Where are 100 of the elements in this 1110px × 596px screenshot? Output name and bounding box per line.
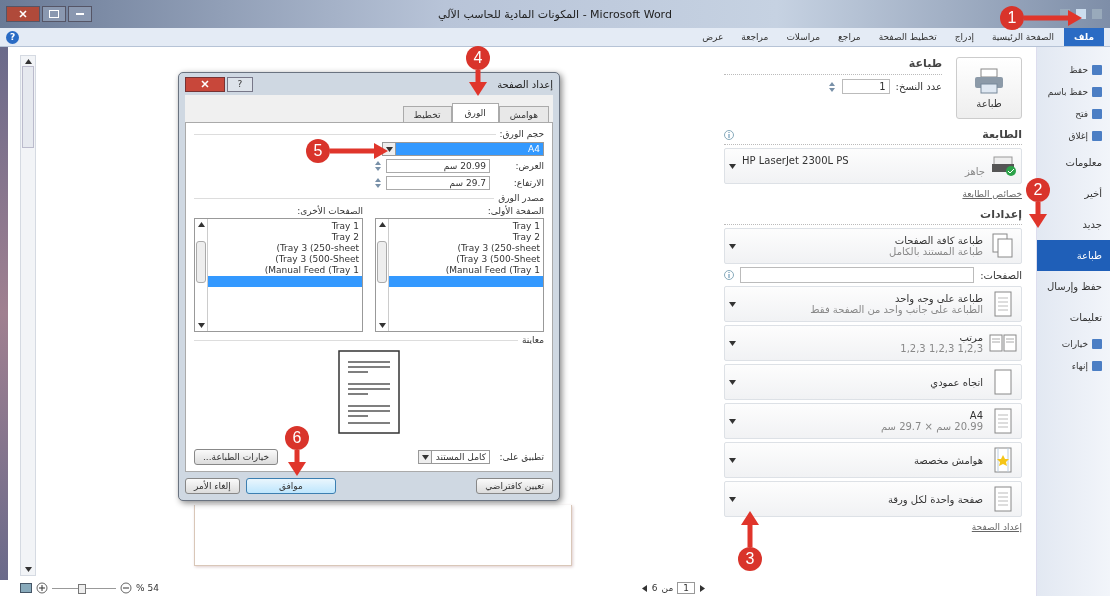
previous-page-icon[interactable] <box>640 584 648 592</box>
scrollbar[interactable] <box>376 219 389 331</box>
menu-item[interactable]: حفظ <box>1061 59 1110 81</box>
list-item[interactable]: (Tray 3 (250-sheet <box>389 243 543 254</box>
ribbon-tab[interactable]: عرض <box>694 28 732 46</box>
ribbon-tab[interactable]: الصفحة الرئيسية <box>983 28 1063 46</box>
list-item[interactable]: Tray 2 <box>208 232 362 243</box>
scroll-thumb[interactable] <box>22 66 34 148</box>
menu-item[interactable]: إغلاق <box>1060 125 1110 147</box>
zoom-slider-thumb[interactable] <box>77 583 86 594</box>
ribbon-tab[interactable]: مراجع <box>830 28 869 46</box>
height-field[interactable]: 29.7 سم <box>386 176 490 190</box>
maximize-button[interactable] <box>42 6 66 22</box>
dialog-button[interactable]: إلغاء الأمر <box>185 478 240 494</box>
printer-heading: الطابعة <box>982 128 1022 141</box>
command-icon <box>1092 339 1102 349</box>
close-button[interactable] <box>185 76 225 92</box>
dialog-title: إعداد الصفحة <box>497 78 553 90</box>
ribbon-tab[interactable]: تخطيط الصفحة <box>870 28 945 46</box>
list-item[interactable]: (Tray 3 (500-Sheet <box>208 254 362 265</box>
spin-icon[interactable] <box>374 160 382 172</box>
page-total: 6 <box>651 583 658 593</box>
list-item[interactable]: Tray 1 <box>208 221 362 232</box>
menu-item[interactable]: خيارات <box>1053 333 1110 355</box>
list-item[interactable]: Tray 1 <box>389 221 543 232</box>
menu-item[interactable]: أخير <box>1076 178 1110 209</box>
list-item[interactable]: Tray 2 <box>389 232 543 243</box>
dialog-button[interactable]: تعيين كافتراضي <box>476 478 553 494</box>
ribbon-tab[interactable]: مراجعة <box>733 28 777 46</box>
command-icon <box>1092 109 1102 119</box>
fit-page-icon[interactable] <box>20 583 32 593</box>
scroll-down-icon[interactable] <box>378 323 386 328</box>
list-item[interactable]: (Manual Feed (Tray 1 <box>208 265 362 276</box>
tray-list[interactable]: Tray 1 Tray 2 (Tray 3 (250-sheet (Tray 3 (500-Sheet (Manual Feed (Tray 1 <box>375 218 544 332</box>
setting-dropdown[interactable]: طباعة كافة الصفحات طباعة المستند بالكامل <box>724 228 1022 264</box>
caret-icon <box>729 496 736 502</box>
info-icon <box>724 129 734 140</box>
help-button[interactable]: ? <box>227 76 253 92</box>
caret-icon <box>729 301 736 307</box>
step-number: 4 <box>466 46 490 70</box>
menu-item[interactable]: تعليمات <box>1061 302 1110 333</box>
menu-item[interactable]: حفظ باسم <box>1039 81 1110 103</box>
apply-to-label: تطبيق على: <box>498 452 544 462</box>
scroll-down-icon[interactable] <box>24 567 32 572</box>
page-setup-link[interactable]: إعداد الصفحة <box>971 522 1022 532</box>
ribbon-tab[interactable]: مراسلات <box>778 28 829 46</box>
copies-field[interactable]: 1 <box>841 79 890 94</box>
close-button[interactable] <box>6 6 40 22</box>
scroll-up-icon[interactable] <box>197 222 205 227</box>
zoom-in-icon[interactable] <box>36 582 48 594</box>
apply-to-dropdown[interactable]: كامل المستند <box>418 450 490 464</box>
next-page-icon[interactable] <box>699 584 706 592</box>
list-item[interactable]: (Tray 3 (500-Sheet <box>389 254 543 265</box>
help-icon[interactable]: ? <box>6 30 19 44</box>
setting-dropdown[interactable]: صفحة واحدة لكل ورقة <box>724 481 1022 517</box>
printer-properties-link[interactable]: خصائص الطابعة <box>962 189 1022 199</box>
tray-list[interactable]: Tray 1 Tray 2 (Tray 3 (250-sheet (Tray 3 (500-Sheet (Manual Feed (Tray 1 <box>194 218 363 332</box>
page-number-field[interactable]: 1 <box>677 582 695 594</box>
menu-item[interactable]: حفظ وإرسال <box>1038 271 1110 302</box>
print-options-button[interactable]: خيارات الطباعة... <box>194 449 279 465</box>
scrollbar[interactable] <box>20 55 36 576</box>
close-icon <box>19 10 27 18</box>
step-arrow <box>469 70 487 96</box>
scroll-up-icon[interactable] <box>378 222 386 227</box>
menu-item[interactable]: إنهاء <box>1063 355 1110 377</box>
scroll-down-icon[interactable] <box>197 323 205 328</box>
dialog-tab[interactable]: هوامش <box>498 106 549 122</box>
list-item[interactable]: (Manual Feed (Tray 1 <box>389 265 543 276</box>
setting-dropdown[interactable]: هوامش مخصصة <box>724 442 1022 478</box>
setting-dropdown[interactable]: اتجاه عمودي <box>724 364 1022 400</box>
caret-icon <box>729 243 736 249</box>
menu-item[interactable]: جديد <box>1074 209 1110 240</box>
spin-icon[interactable] <box>374 177 382 189</box>
menu-item[interactable]: فتح <box>1067 103 1110 125</box>
minimize-button[interactable] <box>68 6 92 22</box>
step-arrow <box>1029 202 1047 228</box>
printer-icon <box>991 155 1017 177</box>
ribbon-tab[interactable]: ملف <box>1064 28 1104 46</box>
width-field[interactable]: 20.99 سم <box>386 159 490 173</box>
zoom-out-icon[interactable] <box>120 582 132 594</box>
list-item[interactable]: (Tray 3 (250-sheet <box>208 243 362 254</box>
spin-icon[interactable] <box>827 80 836 93</box>
close-icon <box>201 80 209 88</box>
menu-item[interactable]: معلومات <box>1057 147 1110 178</box>
step-arrow <box>741 511 759 547</box>
dialog-tab[interactable]: الورق <box>451 103 499 122</box>
menu-item[interactable]: طباعة <box>1037 240 1110 271</box>
caret-icon <box>729 379 736 385</box>
paper-size-label: حجم الورق: <box>499 129 544 139</box>
print-button[interactable]: طباعة <box>956 57 1022 119</box>
list-label: الصفحة الأولى: <box>486 206 544 216</box>
ribbon-tab[interactable]: إدراج <box>946 28 982 46</box>
dialog-button[interactable]: موافق <box>245 478 336 494</box>
pages-field[interactable] <box>740 267 975 283</box>
setting-dropdown[interactable]: طباعة على وجه واحد الطباعة على جانب واحد من الصفحة فقط <box>724 286 1022 322</box>
scroll-up-icon[interactable] <box>24 59 32 64</box>
list-label: الصفحات الأخرى: <box>296 206 363 216</box>
dialog-tab[interactable]: تخطيط <box>402 106 452 122</box>
step-arrow <box>288 450 306 476</box>
scrollbar[interactable] <box>195 219 208 331</box>
